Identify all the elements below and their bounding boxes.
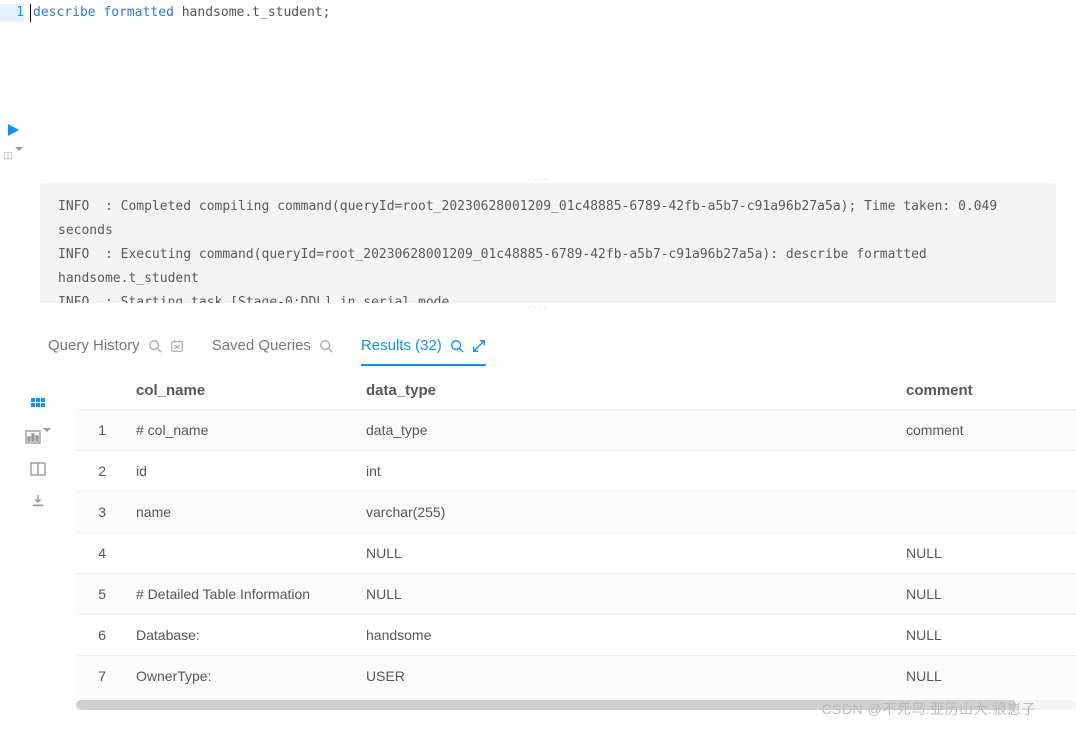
header-comment[interactable]: comment [894, 372, 1076, 410]
cell-data-type: varchar(255) [354, 492, 894, 533]
row-index: 6 [76, 615, 124, 656]
header-data-type[interactable]: data_type [354, 372, 894, 410]
cell-data-type: handsome [354, 615, 894, 656]
grid-view-icon[interactable] [25, 396, 51, 414]
editor-cursor [30, 4, 31, 22]
log-line: INFO : Starting task [Stage-0:DDL] in se… [58, 291, 1038, 303]
log-line: INFO : Executing command(queryId=root_20… [58, 243, 1038, 291]
search-icon[interactable] [319, 339, 333, 353]
log-line: INFO : Completed compiling command(query… [58, 195, 1038, 243]
cell-data-type: data_type [354, 410, 894, 451]
cell-data-type: USER [354, 656, 894, 697]
row-index: 2 [76, 451, 124, 492]
row-index: 5 [76, 574, 124, 615]
results-tabs: Query History Saved Queries Results (32) [0, 311, 1076, 366]
scrollbar-thumb[interactable] [76, 700, 1016, 710]
tab-label: Query History [48, 337, 140, 354]
cell-data-type: NULL [354, 533, 894, 574]
results-table[interactable]: col_name data_type comment 1# col_nameda… [76, 372, 1076, 696]
cell-comment: NULL [894, 574, 1076, 615]
results-side-rail [0, 372, 76, 710]
cell-comment: comment [894, 410, 1076, 451]
cell-col-name: id [124, 451, 354, 492]
table-header-row: col_name data_type comment [76, 372, 1076, 410]
cell-comment: NULL [894, 615, 1076, 656]
tab-query-history[interactable]: Query History [48, 331, 184, 366]
tab-label: Saved Queries [212, 337, 311, 354]
table-row[interactable]: 2idint [76, 451, 1076, 492]
chevron-down-icon [13, 148, 23, 164]
table-row[interactable]: 3namevarchar(255) [76, 492, 1076, 533]
expand-icon[interactable] [472, 339, 486, 353]
gutter: 1 [0, 4, 30, 22]
horizontal-scrollbar[interactable] [76, 700, 1076, 710]
table-row[interactable]: 1# col_namedata_typecomment [76, 410, 1076, 451]
cell-col-name: # col_name [124, 410, 354, 451]
columns-icon[interactable] [25, 460, 51, 478]
cell-comment: NULL [894, 656, 1076, 697]
table-row[interactable]: 5# Detailed Table InformationNULLNULL [76, 574, 1076, 615]
log-panel[interactable]: INFO : Completed compiling command(query… [40, 183, 1056, 303]
cell-data-type: int [354, 451, 894, 492]
download-icon[interactable] [25, 492, 51, 510]
chart-view-icon[interactable] [25, 428, 51, 446]
row-index: 1 [76, 410, 124, 451]
table-row[interactable]: 6Database:handsomeNULL [76, 615, 1076, 656]
cell-col-name [124, 533, 354, 574]
keyword-describe: describe [33, 4, 96, 22]
row-index: 3 [76, 492, 124, 533]
cell-col-name: name [124, 492, 354, 533]
sql-editor[interactable]: 1 describe formatted handsome.t_student; [0, 0, 1076, 175]
book-icon[interactable] [3, 146, 23, 166]
tab-label: Results (32) [361, 337, 442, 354]
cell-comment [894, 492, 1076, 533]
cell-comment [894, 451, 1076, 492]
tab-saved-queries[interactable]: Saved Queries [212, 331, 333, 366]
code-line-1[interactable]: describe formatted handsome.t_student; [30, 4, 330, 22]
keyword-formatted: formatted [103, 4, 173, 22]
row-index: 4 [76, 533, 124, 574]
cell-col-name: # Detailed Table Information [124, 574, 354, 615]
cell-col-name: OwnerType: [124, 656, 354, 697]
cell-comment: NULL [894, 533, 1076, 574]
code-rest: handsome.t_student; [174, 4, 331, 22]
results-table-area[interactable]: col_name data_type comment 1# col_nameda… [76, 372, 1076, 710]
line-number: 1 [0, 4, 24, 22]
calendar-clear-icon[interactable] [170, 339, 184, 353]
cell-col-name: Database: [124, 615, 354, 656]
table-row[interactable]: 7OwnerType:USERNULL [76, 656, 1076, 697]
table-row[interactable]: 4 NULLNULL [76, 533, 1076, 574]
row-index: 7 [76, 656, 124, 697]
results-panel: col_name data_type comment 1# col_nameda… [0, 372, 1076, 710]
chevron-down-icon [41, 429, 51, 445]
search-icon[interactable] [450, 339, 464, 353]
run-query-icon[interactable] [3, 120, 23, 140]
tab-results[interactable]: Results (32) [361, 331, 486, 366]
cell-data-type: NULL [354, 574, 894, 615]
horizontal-splitter[interactable]: ···· [0, 175, 1076, 183]
editor-left-rail [0, 120, 26, 166]
search-icon[interactable] [148, 339, 162, 353]
horizontal-splitter-2[interactable]: ···· [0, 303, 1076, 311]
header-col-name[interactable]: col_name [124, 372, 354, 410]
